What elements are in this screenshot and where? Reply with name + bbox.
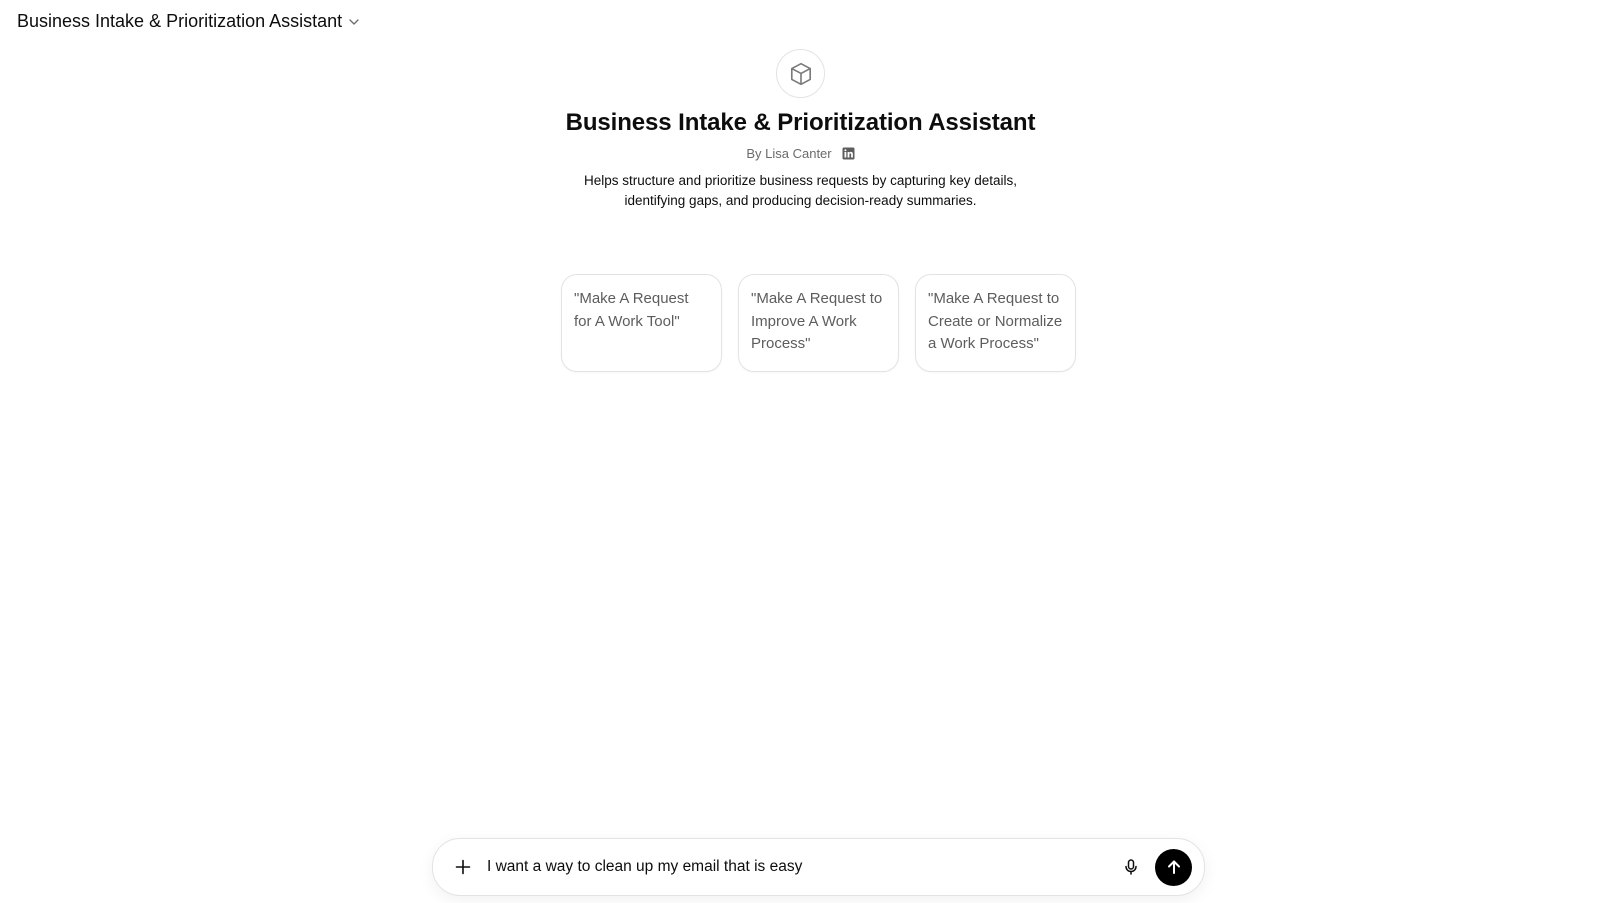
- starter-card[interactable]: "Make A Request to Create or Normalize a…: [915, 274, 1076, 372]
- starter-card[interactable]: "Make A Request to Improve A Work Proces…: [738, 274, 899, 372]
- gpt-profile: Business Intake & Prioritization Assista…: [0, 49, 1601, 211]
- composer: [432, 838, 1205, 896]
- author-byline: By Lisa Canter: [746, 146, 855, 161]
- send-button[interactable]: [1155, 848, 1192, 886]
- linkedin-icon[interactable]: [842, 147, 855, 160]
- plus-icon[interactable]: [449, 853, 477, 881]
- message-input[interactable]: [487, 858, 1115, 876]
- model-selector[interactable]: Business Intake & Prioritization Assista…: [17, 11, 360, 32]
- starter-card[interactable]: "Make A Request for A Work Tool": [561, 274, 722, 372]
- gpt-description: Helps structure and prioritize business …: [584, 173, 1017, 208]
- gpt-title: Business Intake & Prioritization Assista…: [565, 109, 1036, 136]
- microphone-icon[interactable]: [1115, 851, 1147, 883]
- author-name: By Lisa Canter: [746, 146, 832, 161]
- conversation-starters: "Make A Request for A Work Tool" "Make A…: [561, 274, 1076, 372]
- arrow-up-icon: [1165, 858, 1183, 876]
- chevron-down-icon: [348, 16, 360, 28]
- cube-icon: [776, 49, 825, 98]
- header-title: Business Intake & Prioritization Assista…: [17, 11, 343, 31]
